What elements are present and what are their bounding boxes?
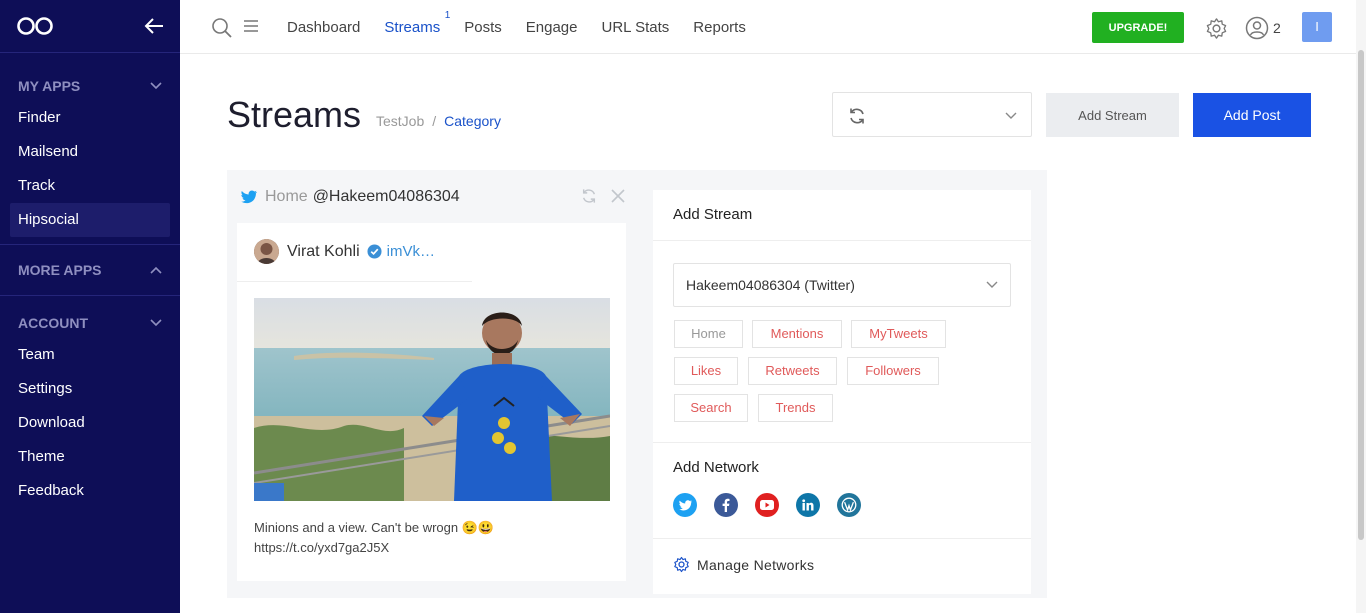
main-nav: Dashboard Streams 1 Posts Engage URL Stat… [287,0,770,54]
stream-type-home[interactable]: Home [674,320,743,348]
section-title: MY APPS [18,78,81,94]
nav-posts[interactable]: Posts [464,19,502,36]
tweet-body: Minions and a view. Can't be wrogn 😉😃 [254,520,495,535]
tweet-link[interactable]: https://t.co/yxd7ga2J5X [254,538,604,558]
sidebar-item-mailsend[interactable]: Mailsend [0,135,180,169]
stream-column-header: Home @Hakeem04086304 [241,188,460,206]
menu-icon[interactable] [243,19,259,33]
add-stream-title: Add Stream [673,206,753,223]
sidebar-item-settings[interactable]: Settings [0,372,180,406]
nav-url-stats[interactable]: URL Stats [601,19,669,36]
sidebar-item-finder[interactable]: Finder [0,101,180,135]
chevron-down-icon [150,82,162,90]
sidebar-item-theme[interactable]: Theme [0,440,180,474]
manage-networks-link[interactable]: Manage Networks [673,556,814,573]
refresh-icon [850,108,864,124]
divider [653,240,1031,241]
stream-type-likes[interactable]: Likes [674,357,738,385]
sidebar: MY APPS Finder Mailsend Track Hipsocial … [0,0,180,613]
stream-type-label: Home [265,188,308,205]
account-select[interactable]: Hakeem04086304 (Twitter) [673,263,1011,307]
collapse-sidebar-icon[interactable] [143,16,165,36]
verified-badge-icon [367,244,382,259]
youtube-icon[interactable] [755,493,779,517]
chevron-down-icon [150,319,162,327]
add-stream-button[interactable]: Add Stream [1046,93,1179,137]
sidebar-item-feedback[interactable]: Feedback [0,474,180,508]
add-stream-panel: Add Stream Hakeem04086304 (Twitter) Home… [653,190,1031,594]
page-title: Streams [227,94,362,135]
user-icon[interactable] [1245,16,1269,40]
streams-badge: 1 [444,9,451,21]
nav-streams-label: Streams [384,18,441,36]
tweet-photo[interactable] [254,298,610,501]
section-my-apps[interactable]: MY APPS [0,71,180,101]
app-logo-icon[interactable] [17,17,53,35]
breadcrumb-separator: / [432,113,437,129]
stream-type-trends[interactable]: Trends [758,394,833,422]
divider [237,281,472,282]
nav-reports[interactable]: Reports [693,19,746,36]
author-name[interactable]: Virat Kohli [287,243,360,261]
divider [653,442,1031,443]
sidebar-item-download[interactable]: Download [0,406,180,440]
wordpress-icon[interactable] [837,493,861,517]
section-account[interactable]: ACCOUNT [0,308,180,338]
twitter-icon[interactable] [673,493,697,517]
chevron-down-icon [1005,112,1017,119]
section-title: MORE APPS [18,262,102,278]
tweet-author: Virat Kohli imVk… [254,239,435,264]
refresh-icon[interactable] [581,188,597,204]
user-count: 2 [1273,20,1281,36]
sidebar-item-track[interactable]: Track [0,169,180,203]
stream-type-retweets[interactable]: Retweets [748,357,837,385]
scrollbar-thumb[interactable] [1358,50,1364,540]
stream-type-mytweets[interactable]: MyTweets [851,320,946,348]
account-select-value: Hakeem04086304 (Twitter) [686,277,855,293]
topbar: Dashboard Streams 1 Posts Engage URL Stat… [180,0,1356,54]
close-icon[interactable] [611,189,625,203]
stream-handle: @Hakeem04086304 [312,188,460,205]
author-avatar[interactable] [254,239,279,264]
manage-networks-label: Manage Networks [697,556,815,573]
nav-dashboard[interactable]: Dashboard [287,19,360,36]
tweet-text: Minions and a view. Can't be wrogn 😉😃 ht… [254,518,604,558]
refresh-interval-select[interactable] [832,92,1032,137]
breadcrumb-job[interactable]: TestJob [376,113,424,129]
linkedin-icon[interactable] [796,493,820,517]
nav-streams[interactable]: Streams 1 [384,10,450,36]
breadcrumb-category[interactable]: Category [444,113,501,129]
stream-column: Home @Hakeem04086304 Virat Kohli imVk… M… [227,170,637,598]
add-network-title: Add Network [673,459,759,476]
upgrade-button[interactable]: UPGRADE! [1092,12,1184,43]
author-handle[interactable]: imVk… [387,243,435,260]
stream-type-followers[interactable]: Followers [847,357,939,385]
divider [653,538,1031,539]
gear-icon[interactable] [1205,17,1228,40]
breadcrumb: TestJob / Category [376,113,501,129]
stream-type-search[interactable]: Search [674,394,748,422]
section-title: ACCOUNT [18,315,88,331]
sidebar-header [0,0,180,53]
nav-engage[interactable]: Engage [526,19,578,36]
sidebar-item-team[interactable]: Team [0,338,180,372]
add-post-button[interactable]: Add Post [1193,93,1311,137]
search-icon[interactable] [211,17,233,39]
tweet-card[interactable]: Virat Kohli imVk… Minions and a view. Ca… [237,223,626,581]
chevron-down-icon [986,281,998,288]
avatar[interactable]: I [1302,12,1332,42]
section-more-apps[interactable]: MORE APPS [0,255,180,285]
facebook-icon[interactable] [714,493,738,517]
chevron-up-icon [150,266,162,274]
stream-type-mentions[interactable]: Mentions [752,320,842,348]
twitter-bird-icon [241,190,257,204]
network-icons [673,493,878,517]
gear-icon [674,556,689,573]
sidebar-item-hipsocial[interactable]: Hipsocial [10,203,170,237]
